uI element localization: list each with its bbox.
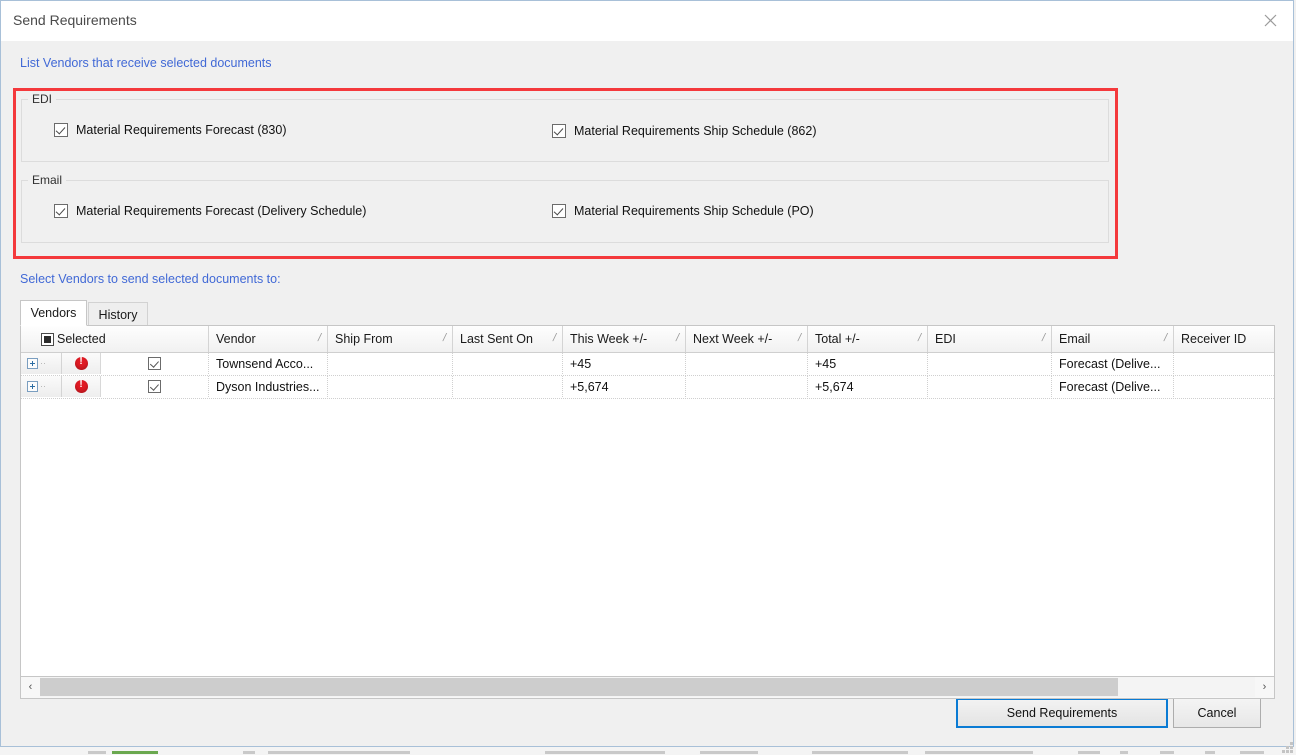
checkbox-box[interactable] [54,204,68,218]
table-row[interactable]: ·· Townsend Acco... +45 +45 [21,353,1274,376]
checkbox-box[interactable] [54,123,68,137]
grid-rows: ·· Townsend Acco... +45 +45 [21,353,1274,399]
row-status-cell [62,376,101,397]
select-vendors-label: Select Vendors to send selected document… [20,272,281,286]
scrollbar-track[interactable] [40,677,1255,697]
tab-vendors[interactable]: Vendors [20,300,87,326]
sort-indicator-icon: / [316,332,323,344]
sort-indicator-icon: / [1162,332,1169,344]
column-header-label: Last Sent On [460,332,533,346]
scroll-left-icon[interactable]: ‹ [21,677,40,697]
grid-header-row: Selected Vendor / Ship From / Last Sent … [21,326,1274,353]
error-icon [74,356,88,370]
sort-indicator-icon: / [441,332,448,344]
sort-indicator-icon: / [1040,332,1047,344]
checkbox-email-ship-schedule-po[interactable]: Material Requirements Ship Schedule (PO) [552,204,814,218]
cell-vendor: Townsend Acco... [209,353,328,374]
expand-icon[interactable] [27,358,38,369]
cell-edi [928,376,1052,397]
cell-email: Forecast (Delive... [1052,353,1174,374]
row-header[interactable]: ·· [21,353,62,374]
cell-selected[interactable] [100,376,209,397]
column-header-label: Vendor [216,332,256,346]
row-header[interactable]: ·· [21,376,62,397]
cell-total: +45 [808,353,928,374]
checkbox-box[interactable] [552,124,566,138]
cell-ship-from [328,376,453,397]
checkbox-label: Material Requirements Forecast (830) [76,123,287,137]
cell-next-week [686,376,808,397]
dialog-titlebar: Send Requirements [1,1,1293,42]
grid-horizontal-scrollbar[interactable]: ‹ › [20,677,1275,699]
column-header-label: Ship From [335,332,393,346]
cell-receiver-id [1174,376,1274,397]
sort-indicator-icon: / [551,332,558,344]
checkbox-email-forecast-delivery-schedule[interactable]: Material Requirements Forecast (Delivery… [54,204,366,218]
error-icon [74,379,88,393]
cell-this-week: +5,674 [563,376,686,397]
cell-total: +5,674 [808,376,928,397]
cell-this-week: +45 [563,353,686,374]
cell-last-sent-on [453,376,563,397]
checkbox-label: Material Requirements Forecast (Delivery… [76,204,367,218]
column-header-label: Selected [57,332,106,346]
row-checkbox[interactable] [147,380,161,393]
edi-group-title: EDI [28,92,57,106]
cell-email: Forecast (Delive... [1052,376,1174,397]
cell-selected[interactable] [100,353,209,374]
column-header-total[interactable]: Total +/- / [808,326,928,352]
column-header-label: Receiver ID [1181,332,1247,346]
cancel-button[interactable]: Cancel [1173,698,1261,728]
checkbox-label: Material Requirements Ship Schedule (862… [574,124,817,138]
sort-indicator-icon: / [916,332,923,344]
grid-tabstrip: History Vendors [20,300,1275,326]
tab-history[interactable]: History [88,302,148,326]
send-requirements-button[interactable]: Send Requirements [956,698,1168,728]
checkbox-edi-ship-schedule-862[interactable]: Material Requirements Ship Schedule (862… [552,124,817,138]
column-header-edi[interactable]: EDI / [928,326,1052,352]
cell-edi [928,353,1052,374]
close-icon[interactable] [1247,1,1293,40]
cell-ship-from [328,353,453,374]
resize-grip-icon[interactable] [1279,739,1293,753]
checkbox-edi-forecast-830[interactable]: Material Requirements Forecast (830) [54,123,287,137]
column-header-selected[interactable]: Selected [21,326,209,352]
column-header-label: Next Week +/- [693,332,773,346]
column-header-label: EDI [935,332,956,346]
cell-vendor: Dyson Industries... [209,376,328,397]
row-status-cell [62,353,101,374]
column-header-ship-from[interactable]: Ship From / [328,326,453,352]
row-indent-dots-icon: ·· [40,381,46,391]
column-header-label: This Week +/- [570,332,648,346]
row-indent-dots-icon: ·· [40,358,46,368]
dialog-body: List Vendors that receive selected docum… [1,41,1293,746]
checkbox-label: Material Requirements Ship Schedule (PO) [574,204,814,218]
column-header-label: Email [1059,332,1091,346]
sort-indicator-icon: / [796,332,803,344]
expand-icon[interactable] [27,381,38,392]
scroll-right-icon[interactable]: › [1255,677,1274,697]
list-vendors-label: List Vendors that receive selected docum… [20,56,272,70]
column-header-receiver-id[interactable]: Receiver ID [1174,326,1274,352]
row-checkbox[interactable] [147,357,161,370]
scrollbar-thumb[interactable] [40,678,1118,696]
column-header-vendor[interactable]: Vendor / [209,326,328,352]
dialog-title: Send Requirements [13,12,137,28]
vendors-grid: Selected Vendor / Ship From / Last Sent … [20,325,1275,677]
column-header-last-sent-on[interactable]: Last Sent On / [453,326,563,352]
cell-last-sent-on [453,353,563,374]
column-header-label: Total +/- [815,332,860,346]
email-group-title: Email [28,173,67,187]
checkbox-box[interactable] [552,204,566,218]
select-all-icon[interactable] [41,332,54,346]
dialog-window: Send Requirements List Vendors that rece… [0,0,1294,747]
cell-next-week [686,353,808,374]
column-header-this-week[interactable]: This Week +/- / [563,326,686,352]
send-requirements-dialog-screen: Send Requirements List Vendors that rece… [0,0,1296,755]
column-header-email[interactable]: Email / [1052,326,1174,352]
column-header-next-week[interactable]: Next Week +/- / [686,326,808,352]
table-row[interactable]: ·· Dyson Industries... +5,674 [21,376,1274,399]
cell-receiver-id [1174,353,1274,374]
sort-indicator-icon: / [674,332,681,344]
